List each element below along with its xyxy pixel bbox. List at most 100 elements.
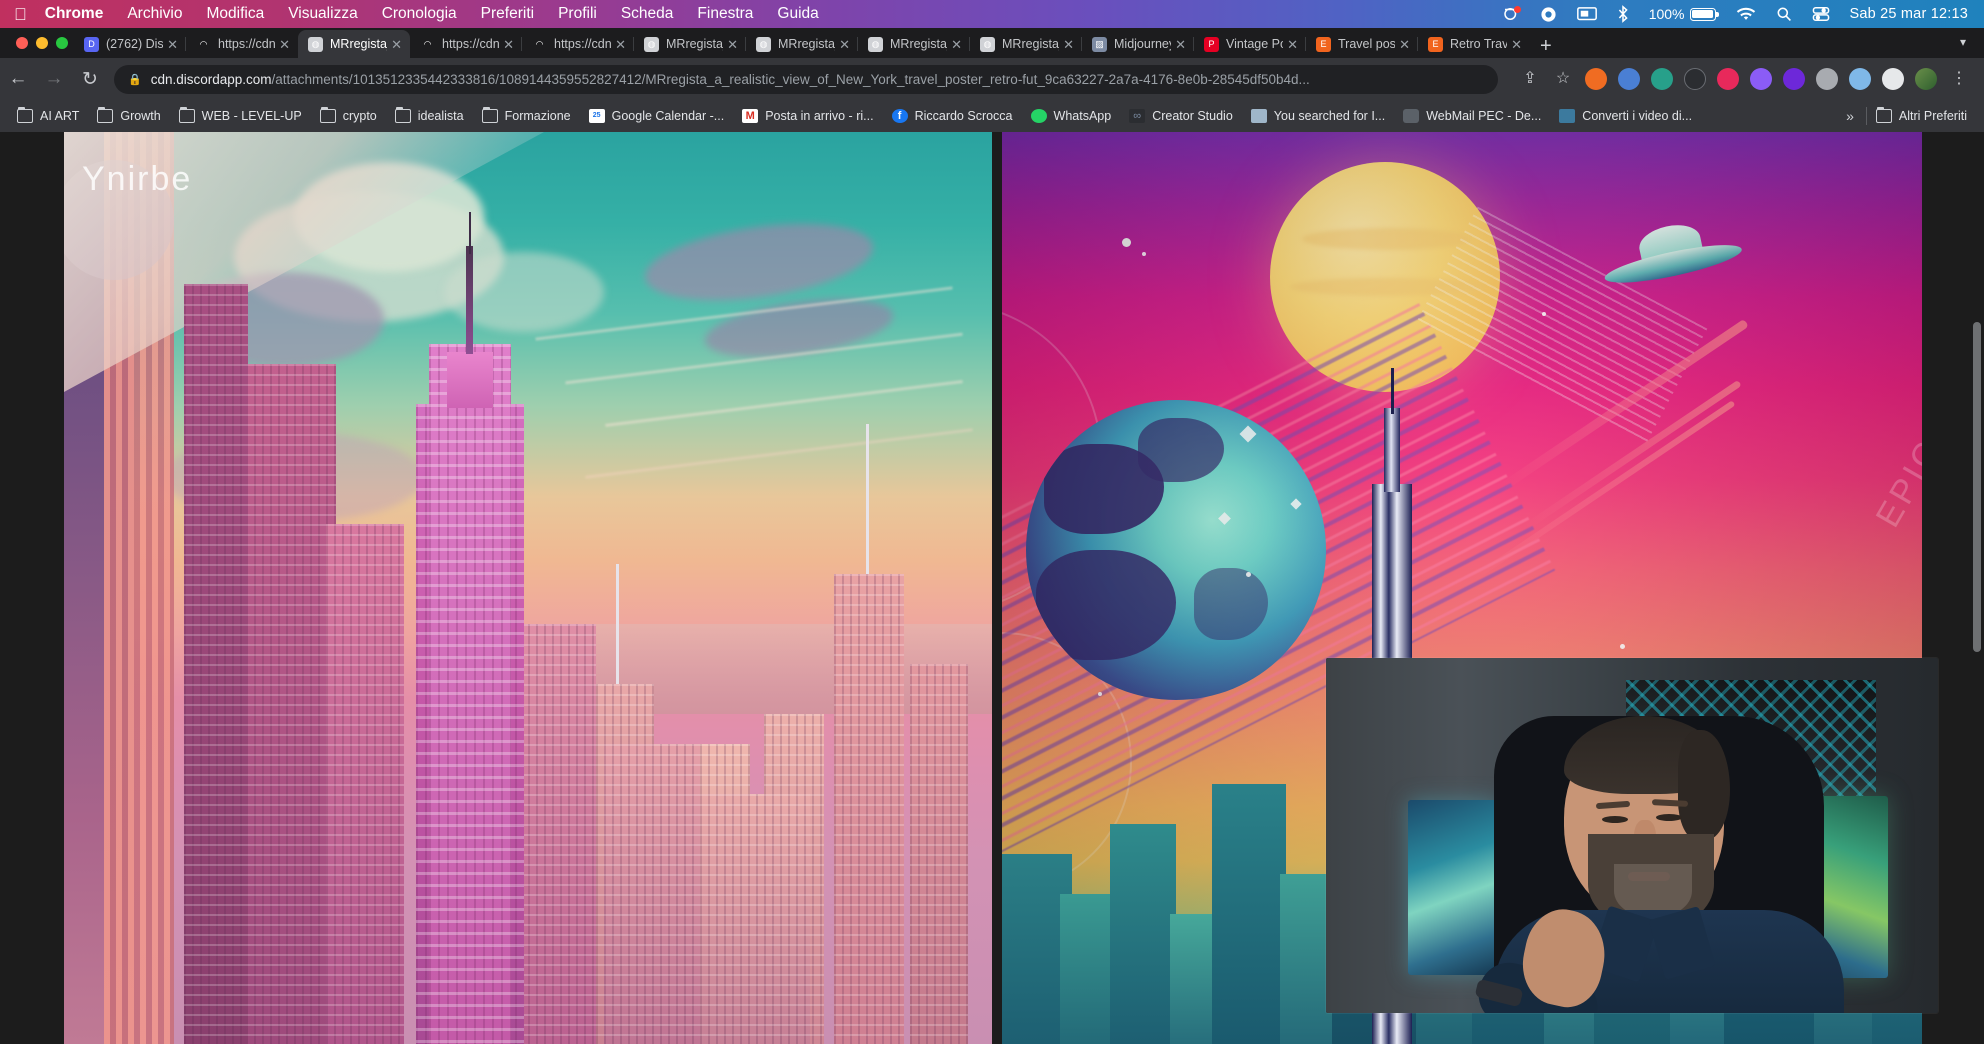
teal-extension-icon[interactable] [1651, 68, 1673, 90]
new-tab-button[interactable]: + [1540, 36, 1552, 56]
camera-icon[interactable] [1540, 6, 1557, 23]
orange-extension-icon[interactable] [1585, 68, 1607, 90]
bookmark-you-searched-for[interactable]: You searched for I... [1242, 109, 1394, 123]
tab-mrregista-active[interactable]: ◍ MRregista_ ✕ [298, 30, 410, 58]
tab-mrregista-4[interactable]: ◍ MRregista_ ✕ [858, 30, 970, 58]
tab-cdn-1[interactable]: ◠ https://cdn ✕ [186, 30, 298, 58]
webcam-overlay[interactable] [1326, 658, 1938, 1013]
wifi-icon[interactable] [1736, 7, 1756, 22]
tab-discord[interactable]: D (2762) Disc ✕ [74, 30, 186, 58]
menu-item-chrome[interactable]: Chrome [45, 5, 104, 23]
bookmark-google-calendar[interactable]: Google Calendar -... [580, 109, 734, 123]
tab-close-icon[interactable]: ✕ [1063, 38, 1074, 51]
back-arrow-icon[interactable]: ← [0, 68, 36, 90]
bluetooth-icon[interactable] [1617, 5, 1629, 23]
screen-recording-icon[interactable] [1502, 5, 1520, 23]
bookmark-whatsapp[interactable]: WhatsApp [1022, 109, 1121, 123]
menu-item-visualizza[interactable]: Visualizza [288, 5, 358, 23]
menu-item-guida[interactable]: Guida [777, 5, 818, 23]
tab-mrregista-2[interactable]: ◍ MRregista_ ✕ [634, 30, 746, 58]
blue-extension-icon[interactable] [1618, 68, 1640, 90]
pink-extension-icon[interactable] [1717, 68, 1739, 90]
tab-label: Travel poste [1338, 37, 1395, 51]
share-icon[interactable]: ⇪ [1519, 68, 1541, 90]
menu-item-archivio[interactable]: Archivio [127, 5, 182, 23]
tab-close-icon[interactable]: ✕ [615, 38, 626, 51]
etsy-icon: E [1428, 37, 1443, 52]
tab-close-icon[interactable]: ✕ [1287, 38, 1298, 51]
profile-avatar-icon[interactable] [1915, 68, 1937, 90]
bookmark-posta-in-arrivo[interactable]: Posta in arrivo - ri... [733, 109, 882, 123]
tab-close-icon[interactable]: ✕ [1175, 38, 1186, 51]
lock-icon[interactable]: 🔒 [128, 73, 142, 86]
forward-arrow-icon[interactable]: → [36, 68, 72, 90]
tab-close-icon[interactable]: ✕ [391, 38, 402, 51]
white-extension-icon[interactable] [1882, 68, 1904, 90]
bookmark-formazione[interactable]: Formazione [473, 109, 580, 123]
new-york-retro-travel-poster[interactable]: Ynirbe [64, 132, 992, 1044]
battery-status[interactable]: 100% [1649, 6, 1716, 22]
reload-icon[interactable]: ↻ [72, 68, 108, 91]
gmail-icon [742, 109, 758, 123]
tab-close-icon[interactable]: ✕ [167, 38, 178, 51]
display-icon[interactable] [1577, 7, 1597, 22]
building [700, 794, 810, 1044]
lightblue-extension-icon[interactable] [1849, 68, 1871, 90]
tab-close-icon[interactable]: ✕ [951, 38, 962, 51]
tab-cdn-3[interactable]: ◠ https://cdn ✕ [522, 30, 634, 58]
menu-item-finestra[interactable]: Finestra [697, 5, 753, 23]
tab-midjourney[interactable]: ▨ Midjourney ✕ [1082, 30, 1194, 58]
bookmark-crypto[interactable]: crypto [311, 109, 386, 123]
apple-icon[interactable]:  [14, 6, 27, 23]
bookmark-altri-preferiti[interactable]: Altri Preferiti [1867, 109, 1976, 123]
vertical-scrollbar[interactable] [1970, 132, 1984, 1044]
menu-item-profili[interactable]: Profili [558, 5, 597, 23]
menubar-datetime[interactable]: Sab 25 mar 12:13 [1850, 6, 1968, 22]
tab-mrregista-5[interactable]: ◍ MRregista_ ✕ [970, 30, 1082, 58]
bookmark-webmail-pec[interactable]: WebMail PEC - De... [1394, 109, 1550, 123]
tab-close-icon[interactable]: ✕ [839, 38, 850, 51]
menu-item-modifica[interactable]: Modifica [206, 5, 264, 23]
tab-mrregista-3[interactable]: ◍ MRregista_ ✕ [746, 30, 858, 58]
tab-close-icon[interactable]: ✕ [1399, 38, 1410, 51]
violet-extension-icon[interactable] [1750, 68, 1772, 90]
loading-icon: ◠ [196, 37, 211, 52]
bookmarks-bar: AI ART Growth WEB - LEVEL-UP crypto idea… [0, 100, 1984, 132]
tab-vintage-poster[interactable]: P Vintage Pos ✕ [1194, 30, 1306, 58]
tab-retro-travel[interactable]: E Retro Trave ✕ [1418, 30, 1530, 58]
bookmark-creator-studio[interactable]: Creator Studio [1120, 109, 1242, 123]
bookmark-ai-art[interactable]: AI ART [8, 109, 88, 123]
window-zoom-button[interactable] [56, 37, 68, 49]
menu-item-scheda[interactable]: Scheda [621, 5, 674, 23]
tab-cdn-2[interactable]: ◠ https://cdn ✕ [410, 30, 522, 58]
bookmark-growth[interactable]: Growth [88, 109, 169, 123]
bookmark-web-level-up[interactable]: WEB - LEVEL-UP [170, 109, 311, 123]
grey-extension-icon[interactable] [1816, 68, 1838, 90]
control-center-icon[interactable] [1812, 6, 1830, 22]
menu-item-cronologia[interactable]: Cronologia [382, 5, 457, 23]
tab-close-icon[interactable]: ✕ [1511, 38, 1522, 51]
bookmark-label: crypto [343, 109, 377, 123]
tab-strip: D (2762) Disc ✕ ◠ https://cdn ✕ ◍ MRregi… [74, 28, 1552, 58]
window-close-button[interactable] [16, 37, 28, 49]
bookmark-star-icon[interactable]: ☆ [1552, 68, 1574, 90]
purple-extension-icon[interactable] [1783, 68, 1805, 90]
chevron-down-icon[interactable]: ▾ [1960, 35, 1966, 49]
tab-close-icon[interactable]: ✕ [727, 38, 738, 51]
browser-toolbar: ← → ↻ 🔒 cdn.discordapp.com /attachments/… [0, 58, 1984, 100]
dark-extension-icon[interactable] [1684, 68, 1706, 90]
scrollbar-thumb[interactable] [1973, 322, 1981, 652]
tab-close-icon[interactable]: ✕ [503, 38, 514, 51]
bookmarks-overflow-button[interactable]: » [1834, 108, 1866, 124]
bookmark-riccardo-scrocca[interactable]: Riccardo Scrocca [883, 109, 1022, 123]
tab-travel-poster[interactable]: E Travel poste ✕ [1306, 30, 1418, 58]
menu-item-preferiti[interactable]: Preferiti [481, 5, 534, 23]
bookmark-idealista[interactable]: idealista [386, 109, 473, 123]
tab-close-icon[interactable]: ✕ [279, 38, 290, 51]
image-icon [1251, 109, 1267, 123]
address-bar[interactable]: 🔒 cdn.discordapp.com /attachments/101351… [114, 65, 1498, 94]
spotlight-search-icon[interactable] [1776, 6, 1792, 22]
chrome-menu-icon[interactable]: ⋮ [1948, 68, 1970, 90]
bookmark-converti-video[interactable]: Converti i video di... [1550, 109, 1701, 123]
window-minimize-button[interactable] [36, 37, 48, 49]
